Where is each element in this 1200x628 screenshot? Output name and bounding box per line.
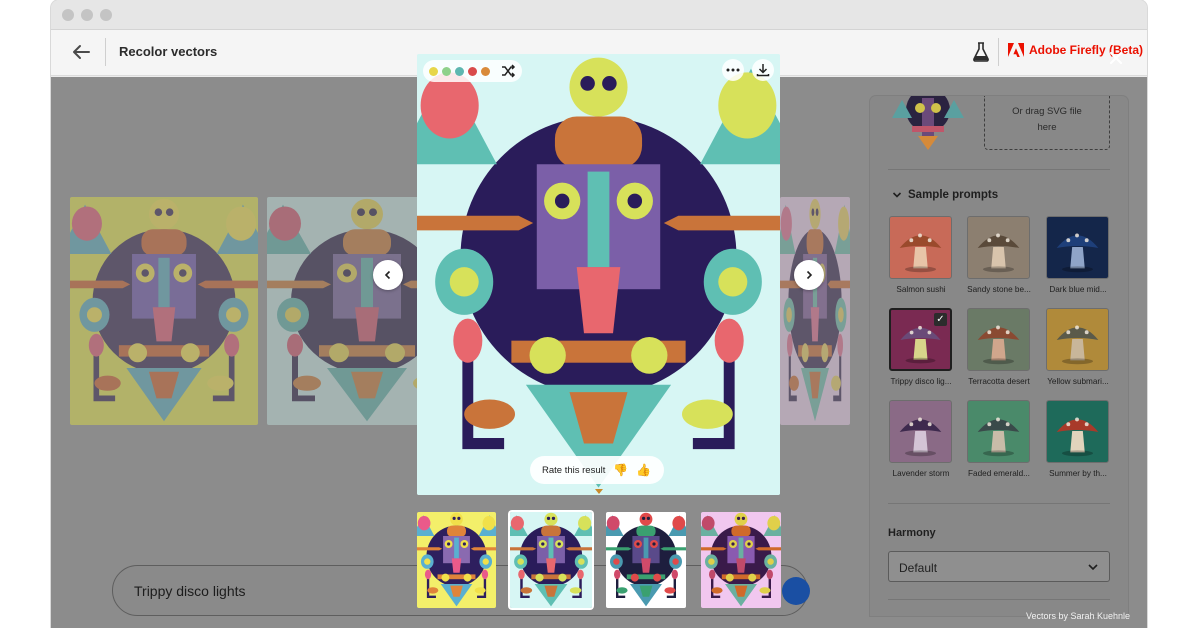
palette-swatch[interactable] (481, 66, 490, 76)
thumbs-down-icon[interactable]: 👎 (613, 463, 628, 477)
header-divider (105, 38, 106, 66)
previous-button[interactable] (373, 260, 403, 290)
rate-result-pill: Rate this result 👎 👍 (530, 456, 664, 484)
title-bar (51, 0, 1147, 30)
sample-prompt-label: Sandy stone be... (967, 285, 1031, 294)
prompt-value: Trippy disco lights (134, 583, 246, 599)
sample-prompt-tile[interactable] (889, 400, 952, 463)
sample-prompt-tile[interactable] (1046, 308, 1109, 371)
divider-2 (888, 503, 1110, 504)
generate-button[interactable] (782, 577, 810, 605)
palette-swatch[interactable] (429, 66, 438, 76)
chevron-down-icon (1088, 564, 1098, 571)
svg-drop-zone[interactable]: Or drag SVG file here (984, 96, 1110, 150)
chevron-right-icon (806, 270, 813, 280)
more-options-button[interactable] (722, 59, 744, 81)
header-divider-2 (998, 38, 999, 66)
artwork-credit: Vectors by Sarah Kuehnle (1026, 611, 1131, 621)
mushroom-image (1056, 325, 1099, 365)
variation-thumbnail-1[interactable] (417, 512, 496, 608)
palette-swatch[interactable] (468, 66, 477, 76)
mushroom-image (977, 233, 1020, 273)
sample-prompt-tile[interactable] (967, 308, 1030, 371)
sample-prompt-tile[interactable] (889, 216, 952, 279)
selected-indicator (595, 489, 603, 494)
sample-prompt-label: Dark blue mid... (1049, 285, 1107, 294)
sample-prompt-tile[interactable] (1046, 400, 1109, 463)
sample-prompt-label: Terracotta desert (968, 377, 1030, 386)
preview-artwork (417, 54, 780, 495)
minimize-window-dot[interactable] (81, 9, 93, 21)
back-arrow-icon[interactable] (69, 40, 93, 64)
mushroom-image (1056, 417, 1099, 457)
sample-prompts-title: Sample prompts (908, 189, 999, 201)
mushroom-image (977, 417, 1020, 457)
chevron-left-icon (384, 270, 391, 280)
preview-modal: Rate this result 👎 👍 (417, 54, 780, 495)
more-icon (726, 68, 740, 72)
divider-3 (888, 599, 1110, 600)
variation-thumbnail-4[interactable] (701, 512, 781, 608)
labs-flask-icon[interactable] (971, 41, 991, 63)
chevron-down-icon (892, 192, 902, 198)
zoom-window-dot[interactable] (100, 9, 112, 21)
mushroom-image (899, 417, 942, 457)
sample-prompt-label: Yellow submari... (1047, 377, 1109, 386)
brand-name: Adobe Firefly (Beta) (1029, 43, 1144, 57)
sample-prompt-label: Salmon sushi (896, 285, 946, 294)
settings-panel: Or drag SVG file here Sample prompts Sal… (870, 96, 1128, 616)
variation-thumbnail-3[interactable] (606, 512, 686, 608)
page-title: Recolor vectors (119, 44, 218, 59)
gallery-card-1[interactable] (70, 197, 258, 425)
checkmark-icon: ✓ (934, 313, 947, 326)
palette-swatch[interactable] (442, 66, 451, 76)
harmony-select[interactable]: Default (888, 551, 1110, 582)
sample-prompts-header[interactable]: Sample prompts (892, 189, 998, 201)
sample-prompt-tile[interactable] (1046, 216, 1109, 279)
download-icon (756, 64, 770, 77)
sample-prompt-label: Lavender storm (892, 469, 950, 478)
sample-prompt-label: Trippy disco lig... (890, 377, 952, 386)
harmony-value: Default (899, 561, 938, 575)
close-window-dot[interactable] (62, 9, 74, 21)
sample-prompt-label: Summer by th... (1049, 469, 1107, 478)
sample-prompt-tile[interactable] (967, 216, 1030, 279)
divider-1 (888, 169, 1110, 170)
rate-label: Rate this result (542, 464, 606, 476)
variation-thumbnail-2[interactable] (510, 512, 592, 608)
download-button[interactable] (752, 59, 774, 81)
mushroom-image (1056, 233, 1099, 273)
drop-text-line2: here (1037, 122, 1057, 133)
palette-swatch[interactable] (455, 66, 464, 76)
adobe-logo-icon (1008, 43, 1024, 57)
palette-swatches (423, 60, 522, 82)
gallery-card-3[interactable] (780, 197, 850, 425)
uploaded-thumbnail (892, 96, 964, 150)
sample-prompt-label: Faded emerald... (968, 469, 1030, 478)
shuffle-icon[interactable] (500, 63, 516, 79)
drop-text-line1: Or drag SVG file (1012, 106, 1082, 117)
sample-prompt-tile[interactable] (967, 400, 1030, 463)
sample-prompt-tile[interactable]: ✓ (889, 308, 952, 371)
harmony-label: Harmony (888, 527, 936, 539)
close-icon[interactable] (1108, 50, 1124, 66)
mushroom-image (899, 233, 942, 273)
next-button[interactable] (794, 260, 824, 290)
mushroom-image (977, 325, 1020, 365)
thumbs-up-icon[interactable]: 👍 (636, 463, 651, 477)
